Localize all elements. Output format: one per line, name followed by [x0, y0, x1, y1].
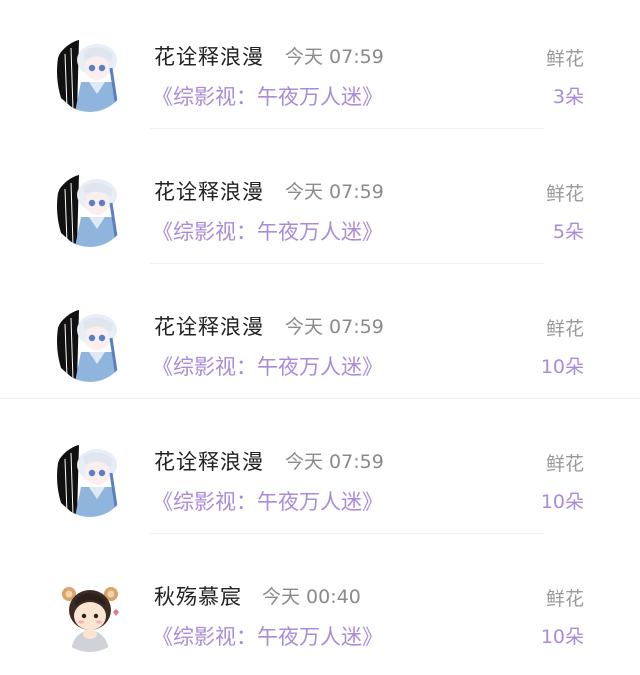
user-name[interactable]: 秋殇慕宸: [154, 581, 242, 611]
book-title-link[interactable]: 《综影视：午夜万人迷》: [152, 81, 383, 111]
gift-type-label: 鲜花: [545, 588, 584, 610]
gift-type-label: 鲜花: [545, 48, 584, 70]
user-avatar[interactable]: [53, 308, 127, 382]
anime-girl-avatar-icon: [53, 173, 127, 247]
gift-record-row[interactable]: 秋殇慕宸 今天 00:40 《综影视：午夜万人迷》 鲜花 10朵: [0, 540, 640, 675]
book-title-link[interactable]: 《综影视：午夜万人迷》: [152, 486, 383, 516]
row-divider: [0, 398, 640, 399]
user-name[interactable]: 花诠释浪漫: [154, 446, 264, 476]
user-avatar[interactable]: [53, 578, 127, 652]
gift-count: 5朵: [552, 221, 584, 243]
gift-time: 今天 07:59: [285, 451, 384, 473]
gift-type-label: 鲜花: [545, 318, 584, 340]
gift-count: 10朵: [540, 356, 584, 378]
row-divider: [150, 263, 544, 264]
anime-girl-avatar-icon: [53, 443, 127, 517]
user-name[interactable]: 花诠释浪漫: [154, 176, 264, 206]
user-avatar[interactable]: [53, 173, 127, 247]
gift-time: 今天 07:59: [285, 316, 384, 338]
gift-count: 3朵: [552, 86, 584, 108]
gift-record-list: 花诠释浪漫 今天 07:59 《综影视：午夜万人迷》 鲜花 3朵 花诠释浪漫 今…: [0, 0, 640, 667]
chibi-boy-avatar-icon: [53, 578, 127, 652]
gift-record-row[interactable]: 花诠释浪漫 今天 07:59 《综影视：午夜万人迷》 鲜花 10朵: [0, 270, 640, 405]
anime-girl-avatar-icon: [53, 308, 127, 382]
user-avatar[interactable]: [53, 38, 127, 112]
gift-time: 今天 00:40: [262, 586, 361, 608]
gift-type-label: 鲜花: [545, 183, 584, 205]
book-title-link[interactable]: 《综影视：午夜万人迷》: [152, 351, 383, 381]
gift-count: 10朵: [540, 491, 584, 513]
anime-girl-avatar-icon: [53, 38, 127, 112]
gift-time: 今天 07:59: [285, 181, 384, 203]
user-name[interactable]: 花诠释浪漫: [154, 311, 264, 341]
gift-count: 10朵: [540, 626, 584, 648]
gift-type-label: 鲜花: [545, 453, 584, 475]
gift-record-row[interactable]: 花诠释浪漫 今天 07:59 《综影视：午夜万人迷》 鲜花 10朵: [0, 405, 640, 540]
row-divider: [150, 128, 544, 129]
gift-record-row[interactable]: 花诠释浪漫 今天 07:59 《综影视：午夜万人迷》 鲜花 3朵: [0, 0, 640, 135]
book-title-link[interactable]: 《综影视：午夜万人迷》: [152, 621, 383, 651]
gift-record-row[interactable]: 花诠释浪漫 今天 07:59 《综影视：午夜万人迷》 鲜花 5朵: [0, 135, 640, 270]
row-divider: [150, 533, 544, 534]
user-avatar[interactable]: [53, 443, 127, 517]
gift-time: 今天 07:59: [285, 46, 384, 68]
book-title-link[interactable]: 《综影视：午夜万人迷》: [152, 216, 383, 246]
user-name[interactable]: 花诠释浪漫: [154, 41, 264, 71]
